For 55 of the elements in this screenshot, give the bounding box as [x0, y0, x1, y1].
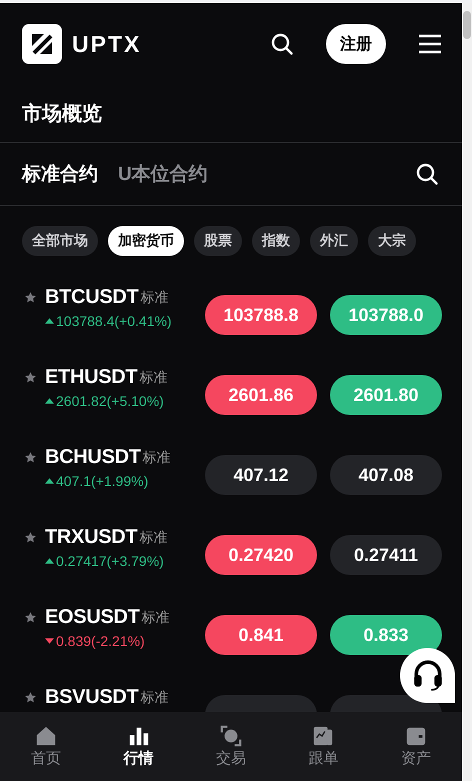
exchange-icon [220, 725, 242, 747]
bid-price-button[interactable]: 0.27420 [205, 535, 317, 575]
star-icon[interactable] [24, 291, 37, 304]
symbol-name: BCHUSDT [45, 446, 141, 469]
price-change: 0.839(-2.21%) [56, 633, 145, 649]
symbol-name: BSVUSDT [45, 686, 138, 709]
contract-tag: 标准 [140, 288, 168, 306]
nav-tab[interactable]: 首页 [0, 712, 92, 781]
contract-tag: 标准 [139, 368, 168, 386]
nav-tab[interactable]: 跟单 [277, 712, 370, 781]
bid-price-button[interactable]: 103788.8 [205, 295, 317, 335]
star-icon[interactable] [24, 451, 37, 464]
price-change: 0.27417(+3.79%) [56, 553, 164, 569]
star-icon[interactable] [24, 371, 37, 384]
menu-icon[interactable] [418, 32, 442, 56]
star-icon[interactable] [24, 611, 37, 624]
contract-tag: 标准 [142, 608, 170, 626]
market-chip[interactable]: 外汇 [310, 226, 358, 256]
price-change: 2601.82(+5.10%) [56, 393, 164, 409]
market-chip[interactable]: 指数 [252, 226, 300, 256]
market-chip[interactable]: 大宗 [368, 226, 416, 256]
bid-price-button[interactable]: 2601.86 [205, 375, 317, 415]
price-change: 407.1(+1.99%) [56, 473, 148, 489]
contract-tag: 标准 [139, 528, 168, 546]
bid-price-button[interactable]: 0.841 [205, 615, 317, 655]
symbol-name: TRXUSDT [45, 526, 138, 549]
contract-tab[interactable]: 标准合约 [22, 161, 98, 187]
star-icon[interactable] [24, 531, 37, 544]
search-icon[interactable] [415, 162, 439, 186]
star-icon[interactable] [24, 691, 37, 704]
wallet-icon [404, 725, 427, 747]
nav-tab[interactable]: 行情 [92, 712, 185, 781]
symbol-name: BTCUSDT [45, 286, 138, 309]
price-change: 103788.4(+0.41%) [56, 313, 172, 329]
market-chip[interactable]: 全部市场 [22, 226, 98, 256]
contract-tab[interactable]: U本位合约 [118, 161, 208, 187]
market-chip[interactable]: 加密货币 [108, 226, 184, 256]
chart-card-icon [312, 725, 334, 747]
ask-price-button[interactable]: 0.27411 [330, 535, 442, 575]
bid-price-button[interactable]: 407.12 [205, 455, 317, 495]
bar-chart-icon [128, 725, 150, 747]
symbol-name: EOSUSDT [45, 606, 140, 629]
home-icon [35, 725, 58, 747]
logo-text: UPTX [72, 30, 142, 58]
register-button[interactable]: 注册 [326, 24, 386, 64]
symbol-name: ETHUSDT [45, 366, 138, 389]
contract-tag: 标准 [140, 688, 168, 706]
scrollbar-thumb[interactable] [463, 11, 471, 39]
logo-icon [22, 24, 62, 64]
nav-tab[interactable]: 资产 [370, 712, 462, 781]
nav-tab[interactable]: 交易 [184, 712, 278, 781]
contract-tag: 标准 [142, 448, 171, 466]
ask-price-button[interactable]: 407.08 [330, 455, 442, 495]
search-icon[interactable] [270, 32, 294, 56]
market-chip[interactable]: 股票 [194, 226, 242, 256]
